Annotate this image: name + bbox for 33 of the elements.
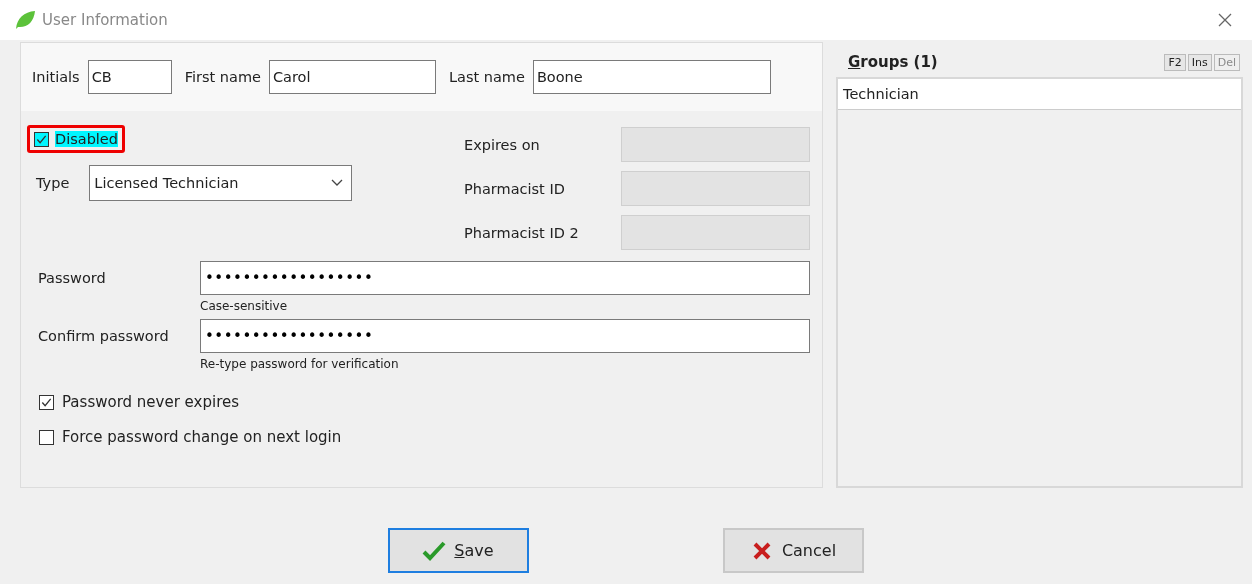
checkbox-icon [34,131,49,147]
groups-heading: Groups (1) [848,53,938,71]
field-hint: Case-sensitive [200,299,289,313]
field-label: Expires on [463,136,541,153]
field-label: Pharmacist ID 2 [463,224,580,241]
checkbox-icon [39,394,54,410]
password-field[interactable]: •••••••••••••••••• [200,261,810,295]
toolbar-button[interactable]: Ins [1187,53,1212,71]
close-icon[interactable] [1218,13,1232,27]
checkmark-icon [422,540,447,561]
text-field[interactable]: Boone [532,60,771,94]
text-field[interactable]: Carol [268,60,436,94]
caret-icon [331,179,344,187]
text-field[interactable]: CB [87,60,172,94]
field-label: Last name [448,69,525,85]
save-button[interactable]: Save [387,528,529,573]
toolbar-button[interactable]: F2 [1164,53,1186,71]
option-checkbox[interactable]: Force password change on next login [39,428,822,446]
leaf-icon [14,10,36,30]
window-title: User Information [42,11,169,29]
type-dropdown[interactable]: Licensed Technician [89,165,353,201]
option-checkbox[interactable]: Password never expires [39,393,822,411]
field-label: First name [184,69,261,85]
cancel-button[interactable]: Cancel [722,528,864,573]
field-label: Password [38,269,107,288]
checkbox-icon [39,429,54,445]
field-label: Initials [32,69,80,85]
list-item[interactable]: Technician [838,79,1241,110]
field-label: Confirm password [38,327,170,346]
password-field[interactable]: •••••••••••••••••• [200,319,810,353]
field-label: Type [36,175,70,191]
field-hint: Re-type password for verification [200,357,400,371]
field-label: Pharmacist ID [463,180,566,197]
